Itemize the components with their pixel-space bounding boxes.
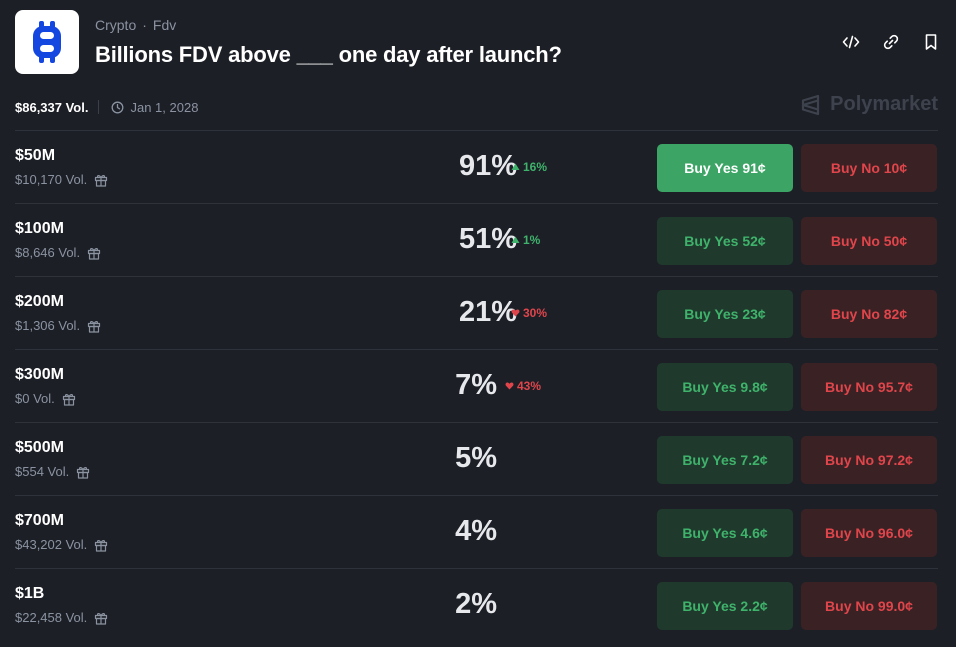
outcome-change: 16% xyxy=(511,160,547,174)
gift-icon[interactable] xyxy=(87,319,101,333)
buy-no-button[interactable]: Buy No 99.0¢ xyxy=(801,582,937,630)
polymarket-logo-icon xyxy=(802,94,820,115)
buy-yes-button[interactable]: Buy Yes 52¢ xyxy=(657,217,793,265)
buy-no-button[interactable]: Buy No 95.7¢ xyxy=(801,363,937,411)
outcome-probability: 4% xyxy=(455,515,497,547)
buy-no-button[interactable]: Buy No 10¢ xyxy=(801,144,937,192)
outcome-label: $200M xyxy=(15,293,64,310)
outcome-row[interactable]: $700M $43,202 Vol. 4% Buy Yes 4.6¢ Buy N… xyxy=(15,495,938,568)
market-meta: $86,337 Vol. Jan 1, 2028 Polymarket xyxy=(15,93,938,117)
change-arrow-icon xyxy=(511,163,520,170)
outcome-probability: 7% xyxy=(455,369,497,401)
buy-no-button[interactable]: Buy No 96.0¢ xyxy=(801,509,937,557)
outcome-volume: $0 Vol. xyxy=(15,391,76,406)
buy-yes-button[interactable]: Buy Yes 23¢ xyxy=(657,290,793,338)
outcome-volume: $554 Vol. xyxy=(15,464,90,479)
gift-icon[interactable] xyxy=(94,611,108,625)
header-actions xyxy=(841,32,941,52)
outcome-label: $50M xyxy=(15,147,56,164)
buy-yes-button[interactable]: Buy Yes 4.6¢ xyxy=(657,509,793,557)
buy-yes-button[interactable]: Buy Yes 7.2¢ xyxy=(657,436,793,484)
bookmark-button[interactable] xyxy=(921,32,941,52)
outcome-row[interactable]: $1B $22,458 Vol. 2% Buy Yes 2.2¢ Buy No … xyxy=(15,568,938,641)
page-title: Billions FDV above ___ one day after lau… xyxy=(95,42,562,67)
outcome-probability: 2% xyxy=(455,588,497,620)
gift-icon[interactable] xyxy=(94,538,108,552)
outcome-volume-text: $22,458 Vol. xyxy=(15,610,88,625)
embed-button[interactable] xyxy=(841,32,861,52)
outcome-label: $1B xyxy=(15,585,45,602)
outcome-volume: $43,202 Vol. xyxy=(15,537,108,552)
outcome-row[interactable]: $300M $0 Vol. 7% 43% Buy Yes 9.8¢ Buy No… xyxy=(15,349,938,422)
outcome-change-text: 30% xyxy=(523,306,548,320)
breadcrumb-subcategory[interactable]: Fdv xyxy=(153,17,176,33)
buy-no-button[interactable]: Buy No 82¢ xyxy=(801,290,937,338)
outcome-volume: $22,458 Vol. xyxy=(15,610,108,625)
end-date-text: Jan 1, 2028 xyxy=(130,99,199,115)
outcome-list: $50M $10,170 Vol. 91% 16% Buy Yes 91¢ Bu… xyxy=(15,130,938,641)
buy-no-button[interactable]: Buy No 97.2¢ xyxy=(801,436,937,484)
outcome-label: $700M xyxy=(15,512,64,529)
bookmark-icon xyxy=(925,34,937,50)
outcome-probability: 91% xyxy=(458,150,517,182)
market-header: Crypto · Fdv Billions FDV above ___ one … xyxy=(15,10,941,74)
gift-icon[interactable] xyxy=(62,392,76,406)
outcome-change-text: 43% xyxy=(517,379,542,393)
outcome-change-text: 16% xyxy=(523,160,548,174)
breadcrumb: Crypto · Fdv xyxy=(95,17,176,33)
clock-icon xyxy=(112,101,124,113)
brand-name: Polymarket xyxy=(830,93,938,115)
outcome-change: 1% xyxy=(511,233,540,247)
outcome-volume-text: $0 Vol. xyxy=(15,391,55,406)
outcome-change: 43% xyxy=(505,379,541,393)
outcome-label: $500M xyxy=(15,439,64,456)
meta-divider xyxy=(98,100,100,114)
brand-watermark: Polymarket xyxy=(800,93,938,116)
outcome-probability: 5% xyxy=(455,442,497,474)
buy-yes-button[interactable]: Buy Yes 91¢ xyxy=(657,144,793,192)
outcome-volume-text: $1,306 Vol. xyxy=(15,318,81,333)
gift-icon[interactable] xyxy=(94,173,108,187)
coin-logo-icon xyxy=(33,21,61,63)
outcome-volume-text: $10,170 Vol. xyxy=(15,172,88,187)
outcome-volume: $1,306 Vol. xyxy=(15,318,101,333)
outcome-row[interactable]: $100M $8,646 Vol. 51% 1% Buy Yes 52¢ Buy… xyxy=(15,203,938,276)
outcome-row[interactable]: $50M $10,170 Vol. 91% 16% Buy Yes 91¢ Bu… xyxy=(15,130,938,203)
end-date: Jan 1, 2028 xyxy=(111,100,198,115)
buy-no-button[interactable]: Buy No 50¢ xyxy=(801,217,937,265)
outcome-change-text: 1% xyxy=(523,233,541,247)
breadcrumb-category[interactable]: Crypto xyxy=(95,17,136,33)
total-volume: $86,337 Vol. xyxy=(15,99,89,115)
outcome-label: $300M xyxy=(15,366,64,383)
copy-link-button[interactable] xyxy=(881,32,901,52)
buy-yes-button[interactable]: Buy Yes 9.8¢ xyxy=(657,363,793,411)
outcome-row[interactable]: $500M $554 Vol. 5% Buy Yes 7.2¢ Buy No 9… xyxy=(15,422,938,495)
outcome-volume: $10,170 Vol. xyxy=(15,172,108,187)
gift-icon[interactable] xyxy=(76,465,90,479)
outcome-volume: $8,646 Vol. xyxy=(15,245,101,260)
change-arrow-icon xyxy=(511,309,520,317)
change-arrow-icon xyxy=(505,382,514,390)
market-logo xyxy=(15,10,79,74)
outcome-volume-text: $554 Vol. xyxy=(15,464,70,479)
outcome-volume-text: $43,202 Vol. xyxy=(15,537,88,552)
outcome-volume-text: $8,646 Vol. xyxy=(15,245,81,260)
link-icon xyxy=(883,34,899,50)
outcome-label: $100M xyxy=(15,220,64,237)
outcome-row[interactable]: $200M $1,306 Vol. 21% 30% Buy Yes 23¢ Bu… xyxy=(15,276,938,349)
change-arrow-icon xyxy=(511,236,520,243)
embed-icon xyxy=(842,35,860,49)
breadcrumb-separator: · xyxy=(142,17,147,33)
buy-yes-button[interactable]: Buy Yes 2.2¢ xyxy=(657,582,793,630)
outcome-change: 30% xyxy=(511,306,547,320)
outcome-probability: 51% xyxy=(458,223,517,255)
gift-icon[interactable] xyxy=(87,246,101,260)
outcome-probability: 21% xyxy=(458,296,517,328)
